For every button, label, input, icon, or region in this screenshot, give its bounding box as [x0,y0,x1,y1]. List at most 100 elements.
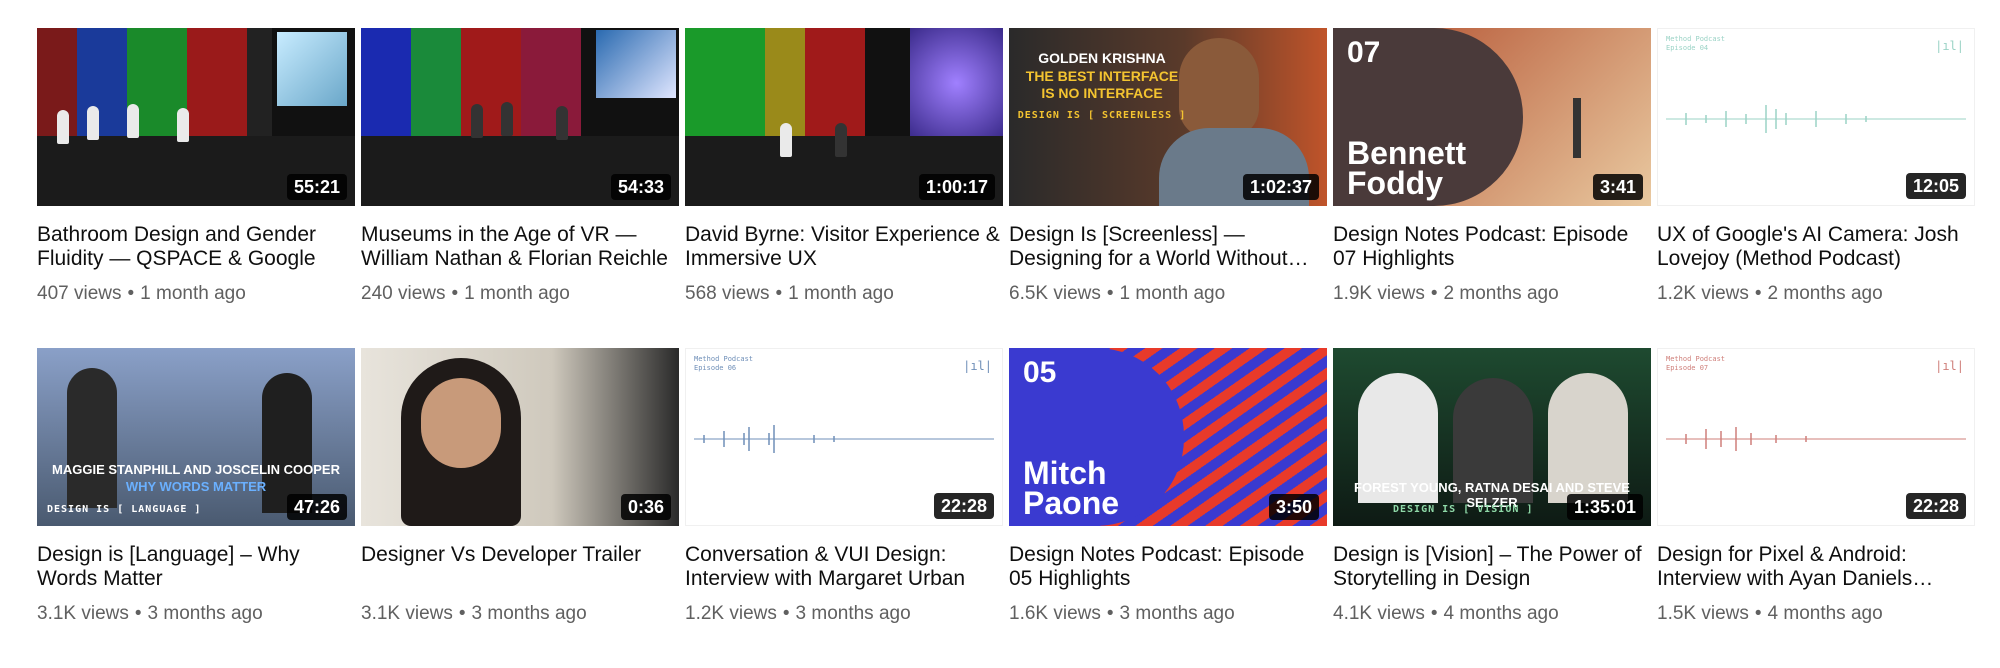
video-title[interactable]: Design for Pixel & Android: Interview wi… [1657,543,1975,591]
video-card[interactable]: Method Podcast Episode 07 |ıl| 22:28 Des… [1657,348,1975,668]
video-card[interactable]: 1:00:17 David Byrne: Visitor Experience … [685,28,1003,348]
video-title[interactable]: Designer Vs Developer Trailer [361,543,679,591]
episode-number: 07 [1347,36,1381,69]
video-meta: 407 views • 1 month ago [37,283,246,304]
thumbnail-caption: Maggie Stanphill and Joscelin Cooper [52,462,340,477]
video-views: 6.5K views [1009,283,1101,304]
thumbnail-caption: The best interface [1025,68,1179,84]
video-meta: 4.1K views • 4 months ago [1333,603,1559,624]
thumbnail-caption: Design is [ Language ] [47,504,202,515]
episode-guest-first: Mitch [1023,455,1107,491]
video-thumbnail[interactable]: 55:21 [37,28,355,206]
thumbnail-caption: Why Words Matter [125,479,267,494]
video-views: 1.6K views [1009,603,1101,624]
video-age: 3 months ago [795,603,911,624]
waveform-icon [694,425,994,453]
video-views: 3.1K views [37,603,129,624]
video-views: 407 views [37,283,122,304]
video-title[interactable]: Bathroom Design and Gender Fluidity — QS… [37,223,355,271]
video-thumbnail[interactable]: Forest Young, Ratna Desai and Steve Selz… [1333,348,1651,526]
video-age: 2 months ago [1443,283,1559,304]
video-thumbnail[interactable]: 54:33 [361,28,679,206]
video-card[interactable]: 55:21 Bathroom Design and Gender Fluidit… [37,28,355,348]
waveform-logo-icon: |ıl| [963,359,992,373]
video-views: 240 views [361,283,446,304]
video-meta: 1.6K views • 3 months ago [1009,603,1235,624]
video-duration: 1:00:17 [918,174,995,200]
video-age: 1 month ago [788,283,894,304]
thumbnail-caption: Design is [ Screenless ] [1017,110,1187,121]
video-meta: 1.2K views • 3 months ago [685,603,911,624]
video-duration: 1:35:01 [1566,494,1643,520]
video-duration: 3:50 [1268,494,1319,520]
video-card[interactable]: Forest Young, Ratna Desai and Steve Selz… [1333,348,1651,668]
video-title[interactable]: Conversation & VUI Design: Interview wit… [685,543,1003,591]
video-views: 4.1K views [1333,603,1425,624]
video-views: 568 views [685,283,770,304]
episode-guest: Mitch Paone [1023,455,1120,521]
video-duration: 54:33 [610,174,671,200]
episode-guest: Bennett Foddy [1347,135,1467,201]
thumbnail-caption: Design is [ Vision ] [1393,504,1534,515]
video-views: 1.2K views [685,603,777,624]
video-title[interactable]: Museums in the Age of VR — William Natha… [361,223,679,271]
episode-number: 05 [1023,356,1057,389]
video-meta: 1.9K views • 2 months ago [1333,283,1559,304]
podcast-label: Method Podcast [1666,355,1726,363]
video-card[interactable]: Maggie Stanphill and Joscelin Cooper Why… [37,348,355,668]
video-card[interactable]: Golden Krishna The best interface is no … [1009,28,1327,348]
video-age: 2 months ago [1767,283,1883,304]
video-card[interactable]: 05 Mitch Paone 3:50 Design Notes Podcast… [1009,348,1327,668]
video-title[interactable]: David Byrne: Visitor Experience & Immers… [685,223,1003,271]
video-age: 3 months ago [147,603,263,624]
video-title[interactable]: Design is [Vision] – The Power of Storyt… [1333,543,1651,591]
video-title[interactable]: Design Is [Screenless] — Designing for a… [1009,223,1327,271]
video-card[interactable]: Method Podcast Episode 06 |ıl| 22:28 Con… [685,348,1003,668]
video-thumbnail[interactable]: Method Podcast Episode 06 |ıl| 22:28 [685,348,1003,526]
video-thumbnail[interactable]: 0:36 [361,348,679,526]
video-duration: 12:05 [1905,173,1966,199]
video-duration: 22:28 [1905,493,1966,519]
video-meta: 3.1K views • 3 months ago [361,603,587,624]
podcast-episode: Episode 04 [1666,44,1709,52]
episode-guest-first: Bennett [1347,135,1467,171]
video-age: 4 months ago [1767,603,1883,624]
video-views: 1.9K views [1333,283,1425,304]
video-thumbnail[interactable]: 07 Bennett Foddy 3:41 [1333,28,1651,206]
video-title[interactable]: Design Notes Podcast: Episode 05 Highlig… [1009,543,1327,591]
video-card[interactable]: 54:33 Museums in the Age of VR — William… [361,28,679,348]
video-age: 3 months ago [471,603,587,624]
video-title[interactable]: Design Notes Podcast: Episode 07 Highlig… [1333,223,1651,271]
waveform-icon [1666,105,1966,133]
video-views: 1.2K views [1657,283,1749,304]
video-card[interactable]: 0:36 Designer Vs Developer Trailer 3.1K … [361,348,679,668]
video-thumbnail[interactable]: 05 Mitch Paone 3:50 [1009,348,1327,526]
podcast-label: Method Podcast [694,355,754,363]
video-age: 1 month ago [464,283,570,304]
video-meta: 240 views • 1 month ago [361,283,570,304]
podcast-episode: Episode 07 [1666,364,1709,372]
thumbnail-caption: Golden Krishna [1038,50,1166,66]
video-duration: 0:36 [620,494,671,520]
waveform-logo-icon: |ıl| [1935,39,1964,53]
video-age: 1 month ago [1119,283,1226,304]
video-views: 3.1K views [361,603,453,624]
video-age: 3 months ago [1119,603,1235,624]
video-thumbnail[interactable]: Method Podcast Episode 07 |ıl| 22:28 [1657,348,1975,526]
video-thumbnail[interactable]: 1:00:17 [685,28,1003,206]
video-meta: 3.1K views • 3 months ago [37,603,263,624]
video-meta: 1.2K views • 2 months ago [1657,283,1883,304]
video-card[interactable]: 07 Bennett Foddy 3:41 Design Notes Podca… [1333,28,1651,348]
video-duration: 55:21 [286,174,347,200]
video-card[interactable]: Method Podcast Episode 04 |ıl| 12:05 UX … [1657,28,1975,348]
video-thumbnail[interactable]: Golden Krishna The best interface is no … [1009,28,1327,206]
episode-guest-last: Paone [1023,485,1120,521]
video-meta: 6.5K views • 1 month ago [1009,283,1226,304]
video-thumbnail[interactable]: Maggie Stanphill and Joscelin Cooper Why… [37,348,355,526]
video-title[interactable]: UX of Google's AI Camera: Josh Lovejoy (… [1657,223,1975,271]
video-thumbnail[interactable]: Method Podcast Episode 04 |ıl| 12:05 [1657,28,1975,206]
episode-guest-last: Foddy [1347,165,1443,201]
video-title[interactable]: Design is [Language] – Why Words Matter [37,543,355,591]
video-grid: 55:21 Bathroom Design and Gender Fluidit… [37,28,1975,668]
video-duration: 47:26 [286,494,347,520]
